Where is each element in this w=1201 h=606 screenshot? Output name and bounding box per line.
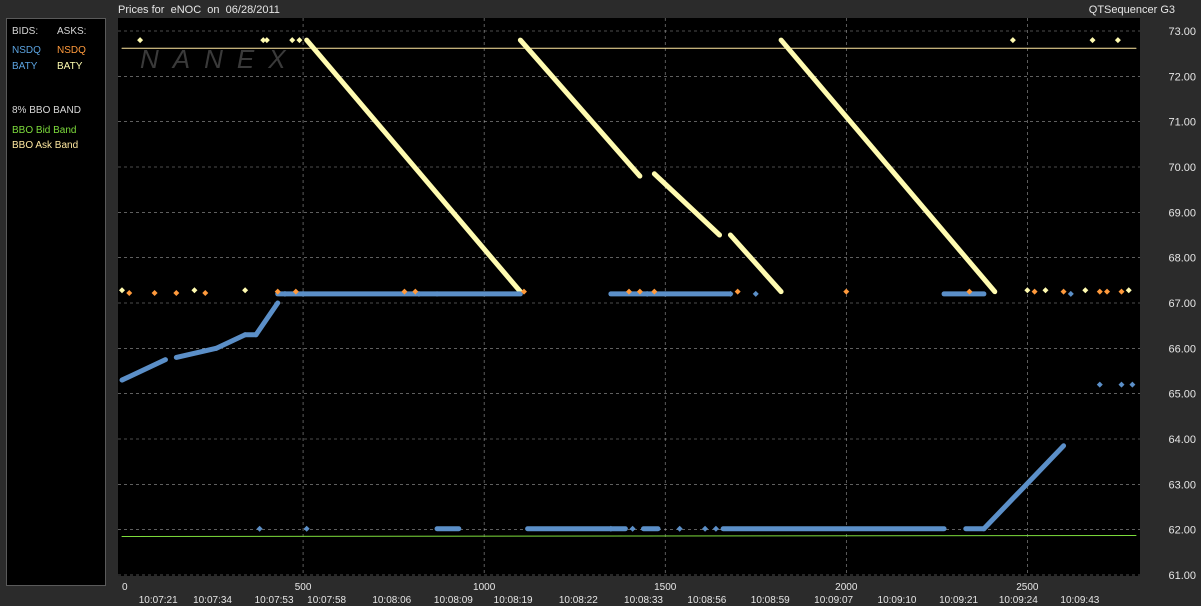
x-tick-label: 2000 (835, 582, 858, 593)
y-tick-label: 73.00 (1168, 26, 1196, 38)
price-chart: NANEX 61.0062.0063.0064.0065.0066.0067.0… (118, 18, 1196, 606)
time-tick-label: 10:08:59 (751, 595, 790, 606)
time-tick-label: 10:08:33 (624, 595, 663, 606)
y-tick-label: 70.00 (1168, 162, 1196, 174)
time-tick-label: 10:07:58 (307, 595, 346, 606)
time-tick-label: 10:09:10 (878, 595, 917, 606)
time-tick-label: 10:09:21 (939, 595, 978, 606)
x-tick-label: 1000 (473, 582, 496, 593)
y-tick-label: 67.00 (1168, 298, 1196, 310)
x-tick-label: 2500 (1016, 582, 1039, 593)
time-tick-label: 10:08:22 (559, 595, 598, 606)
x-tick-label: 500 (295, 582, 312, 593)
x-axis: 0 500 1000 1500 2000 2500 (122, 582, 1039, 593)
plot-area (118, 18, 1140, 576)
y-tick-label: 65.00 (1168, 389, 1196, 401)
y-tick-label: 69.00 (1168, 207, 1196, 219)
x-tick-label: 1500 (654, 582, 677, 593)
y-axis: 61.00 62.00 63.00 64.00 65.00 66.00 67.00 68.00… (1168, 26, 1196, 582)
time-tick-label: 10:09:43 (1060, 595, 1099, 606)
time-axis: 10:07:21 10:07:34 10:07:53 10:07:58 10:08:06… (139, 595, 1100, 606)
y-tick-label: 68.00 (1168, 253, 1196, 265)
time-tick-label: 10:09:07 (814, 595, 853, 606)
y-tick-label: 66.00 (1168, 343, 1196, 355)
y-tick-label: 63.00 (1168, 479, 1196, 491)
time-tick-label: 10:08:19 (494, 595, 533, 606)
y-tick-label: 71.00 (1168, 117, 1196, 129)
x-tick-label: 0 (122, 582, 128, 593)
y-tick-label: 64.00 (1168, 434, 1196, 446)
time-tick-label: 10:08:06 (372, 595, 411, 606)
y-tick-label: 61.00 (1168, 570, 1196, 582)
y-tick-label: 62.00 (1168, 525, 1196, 537)
time-tick-label: 10:07:34 (193, 595, 232, 606)
y-tick-label: 72.00 (1168, 71, 1196, 83)
time-tick-label: 10:09:24 (999, 595, 1038, 606)
time-tick-label: 10:07:21 (139, 595, 178, 606)
time-tick-label: 10:07:53 (255, 595, 294, 606)
time-tick-label: 10:08:09 (434, 595, 473, 606)
time-tick-label: 10:08:56 (687, 595, 726, 606)
